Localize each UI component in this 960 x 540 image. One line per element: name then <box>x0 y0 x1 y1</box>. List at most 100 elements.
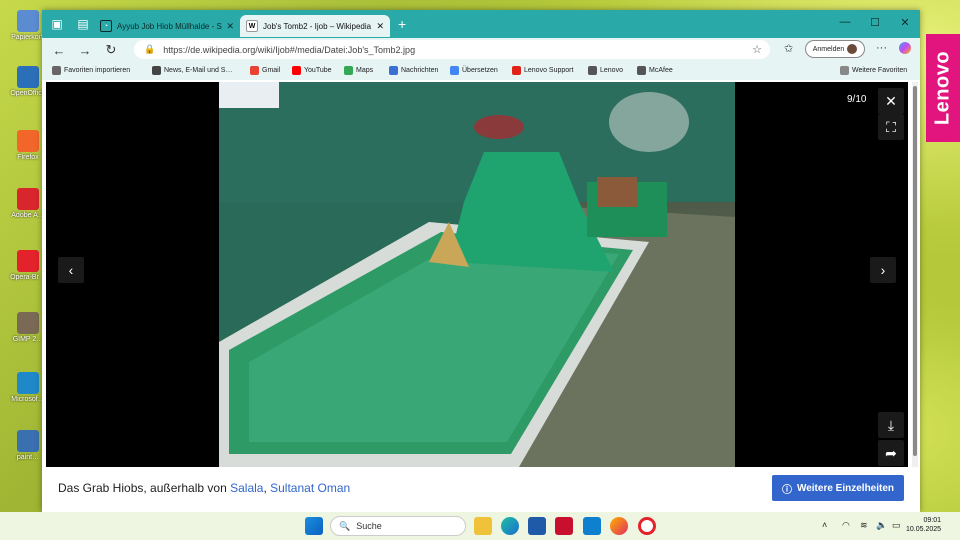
details-label: Weitere Einzelheiten <box>796 482 895 494</box>
favorite-label: YouTube <box>304 67 332 74</box>
tab-title: Job's Tomb2 - Ijob – Wikipedia <box>263 21 372 31</box>
wifi-icon[interactable]: ≋ <box>860 520 868 531</box>
forward-button[interactable]: → <box>72 43 98 58</box>
favorite-label: Nachrichten <box>401 67 439 74</box>
store-icon[interactable] <box>528 517 546 535</box>
signin-label: Anmelden <box>812 45 845 53</box>
taskbar: 🔍 Suche ˄ ◠ ≋ 🔈 ▭ 09:01 10.05.2025 <box>0 512 960 540</box>
clock[interactable]: 09:01 10.05.2025 <box>906 516 941 534</box>
favorite-icon <box>344 66 353 75</box>
workspaces-icon[interactable]: ▣ <box>46 13 68 35</box>
desktop-app-icon <box>17 430 39 452</box>
copilot-icon[interactable] <box>899 42 911 54</box>
new-tab-button[interactable]: + <box>398 16 406 32</box>
previous-image-button[interactable]: ‹ <box>58 257 84 283</box>
favorites-bar: Favoriten importieren News, E-Mail und S…… <box>42 62 920 80</box>
favorite-icon <box>152 66 161 75</box>
tab-actions-icon[interactable]: ▤ <box>72 13 94 35</box>
favorite-item[interactable]: Maps <box>344 66 373 75</box>
info-icon: ⓘ <box>781 484 792 496</box>
app-icon[interactable] <box>583 517 601 535</box>
favorite-label: News, E-Mail und S… <box>164 67 233 74</box>
lock-icon[interactable]: 🔒 <box>144 44 155 55</box>
wikipedia-icon: W <box>246 20 258 32</box>
share-button[interactable]: ➦ <box>878 440 904 466</box>
favorite-label: Maps <box>356 67 374 74</box>
clock-date: 10.05.2025 <box>906 526 942 533</box>
favorite-item[interactable]: YouTube <box>292 66 332 75</box>
desktop-app-icon <box>17 130 39 152</box>
search-tab-icon: ◔ <box>100 20 112 32</box>
image-counter: 9/10 <box>847 94 867 105</box>
close-viewer-button[interactable]: ✕ <box>878 88 904 114</box>
favorite-item[interactable]: Lenovo Support <box>512 66 573 75</box>
favorite-item[interactable]: Übersetzen <box>450 66 498 75</box>
favorite-label: Favoriten importieren <box>64 67 131 74</box>
download-button[interactable]: ⤓ <box>878 412 904 438</box>
favorite-icon <box>512 66 521 75</box>
lenovo-logo: Lenovo <box>926 34 960 142</box>
favorite-label: Übersetzen <box>462 67 498 74</box>
volume-icon[interactable]: 🔈 <box>876 520 887 531</box>
more-options-icon[interactable]: ··· <box>876 42 887 54</box>
signin-button[interactable]: Anmelden <box>805 40 865 58</box>
browser-window: ▣ ▤ ◔ Ayyub Job Hiob Müllhalde - Such ✕ … <box>42 10 920 512</box>
favorite-icon <box>52 66 61 75</box>
taskbar-search[interactable]: 🔍 Suche <box>330 516 466 536</box>
favorite-item[interactable]: Gmail <box>250 66 280 75</box>
image-caption-bar: Das Grab Hiobs, außerhalb von Salala, Su… <box>46 467 908 512</box>
favorite-label: Lenovo Support <box>524 67 574 74</box>
scrollbar[interactable] <box>912 82 918 467</box>
favorite-star-icon[interactable]: ☆ <box>752 43 762 56</box>
favorite-item[interactable]: Nachrichten <box>389 66 438 75</box>
salala-link[interactable]: Salala <box>230 481 263 495</box>
battery-icon[interactable]: ▭ <box>892 520 901 531</box>
edge-icon[interactable] <box>501 517 519 535</box>
tray-chevron-icon[interactable]: ˄ <box>822 520 827 530</box>
minimize-button[interactable]: — <box>830 10 860 34</box>
close-window-button[interactable]: ✕ <box>890 10 920 34</box>
favorite-label: McAfee <box>649 67 673 74</box>
tab-search[interactable]: ◔ Ayyub Job Hiob Müllhalde - Such ✕ <box>94 15 240 37</box>
close-tab-icon[interactable]: ✕ <box>226 21 234 32</box>
favorite-item[interactable]: McAfee <box>637 66 673 75</box>
desktop-app-icon <box>17 250 39 272</box>
oman-link[interactable]: Sultanat Oman <box>270 481 350 495</box>
search-icon: 🔍 <box>339 520 351 531</box>
mcafee-icon[interactable] <box>555 517 573 535</box>
maximize-button[interactable]: ☐ <box>860 10 890 34</box>
scrollbar-thumb[interactable] <box>913 86 917 456</box>
favorite-icon <box>588 66 597 75</box>
fullscreen-button[interactable]: ⛶ <box>878 114 904 140</box>
favorite-item[interactable]: News, E-Mail und S… <box>152 66 232 75</box>
tab-bar: ▣ ▤ ◔ Ayyub Job Hiob Müllhalde - Such ✕ … <box>42 10 920 38</box>
tab-wikipedia[interactable]: W Job's Tomb2 - Ijob – Wikipedia ✕ <box>240 15 390 37</box>
desktop-app-icon <box>17 66 39 88</box>
desktop-app-icon <box>17 372 39 394</box>
favorite-icon <box>637 66 646 75</box>
clock-time: 09:01 <box>923 517 942 524</box>
favorite-item[interactable]: Lenovo <box>588 66 623 75</box>
other-favorites[interactable]: Weitere Favoriten <box>840 66 907 75</box>
opera-icon[interactable] <box>638 517 656 535</box>
tomb-photo <box>219 82 735 467</box>
favorites-icon[interactable]: ✩ <box>784 42 793 55</box>
favorite-label: Lenovo <box>600 67 623 74</box>
other-favorites-label: Weitere Favoriten <box>852 67 908 74</box>
windows-start-icon[interactable] <box>305 517 323 535</box>
refresh-button[interactable]: ↻ <box>98 42 124 58</box>
folder-icon <box>840 66 849 75</box>
desktop-app-icon <box>17 10 39 32</box>
file-explorer-icon[interactable] <box>474 517 492 535</box>
next-image-button[interactable]: › <box>870 257 896 283</box>
favorite-label: Gmail <box>262 67 281 74</box>
tomb-illustration <box>219 82 735 467</box>
close-tab-icon[interactable]: ✕ <box>376 21 384 32</box>
network-icon[interactable]: ◠ <box>842 520 850 531</box>
favorite-icon <box>292 66 301 75</box>
favorite-item[interactable]: Favoriten importieren <box>52 66 130 75</box>
firefox-icon[interactable] <box>610 517 628 535</box>
address-bar[interactable]: 🔒 https://de.wikipedia.org/wiki/Ijob#/me… <box>134 40 770 59</box>
more-details-button[interactable]: ⓘ Weitere Einzelheiten <box>772 475 904 501</box>
back-button[interactable]: ← <box>46 43 72 58</box>
